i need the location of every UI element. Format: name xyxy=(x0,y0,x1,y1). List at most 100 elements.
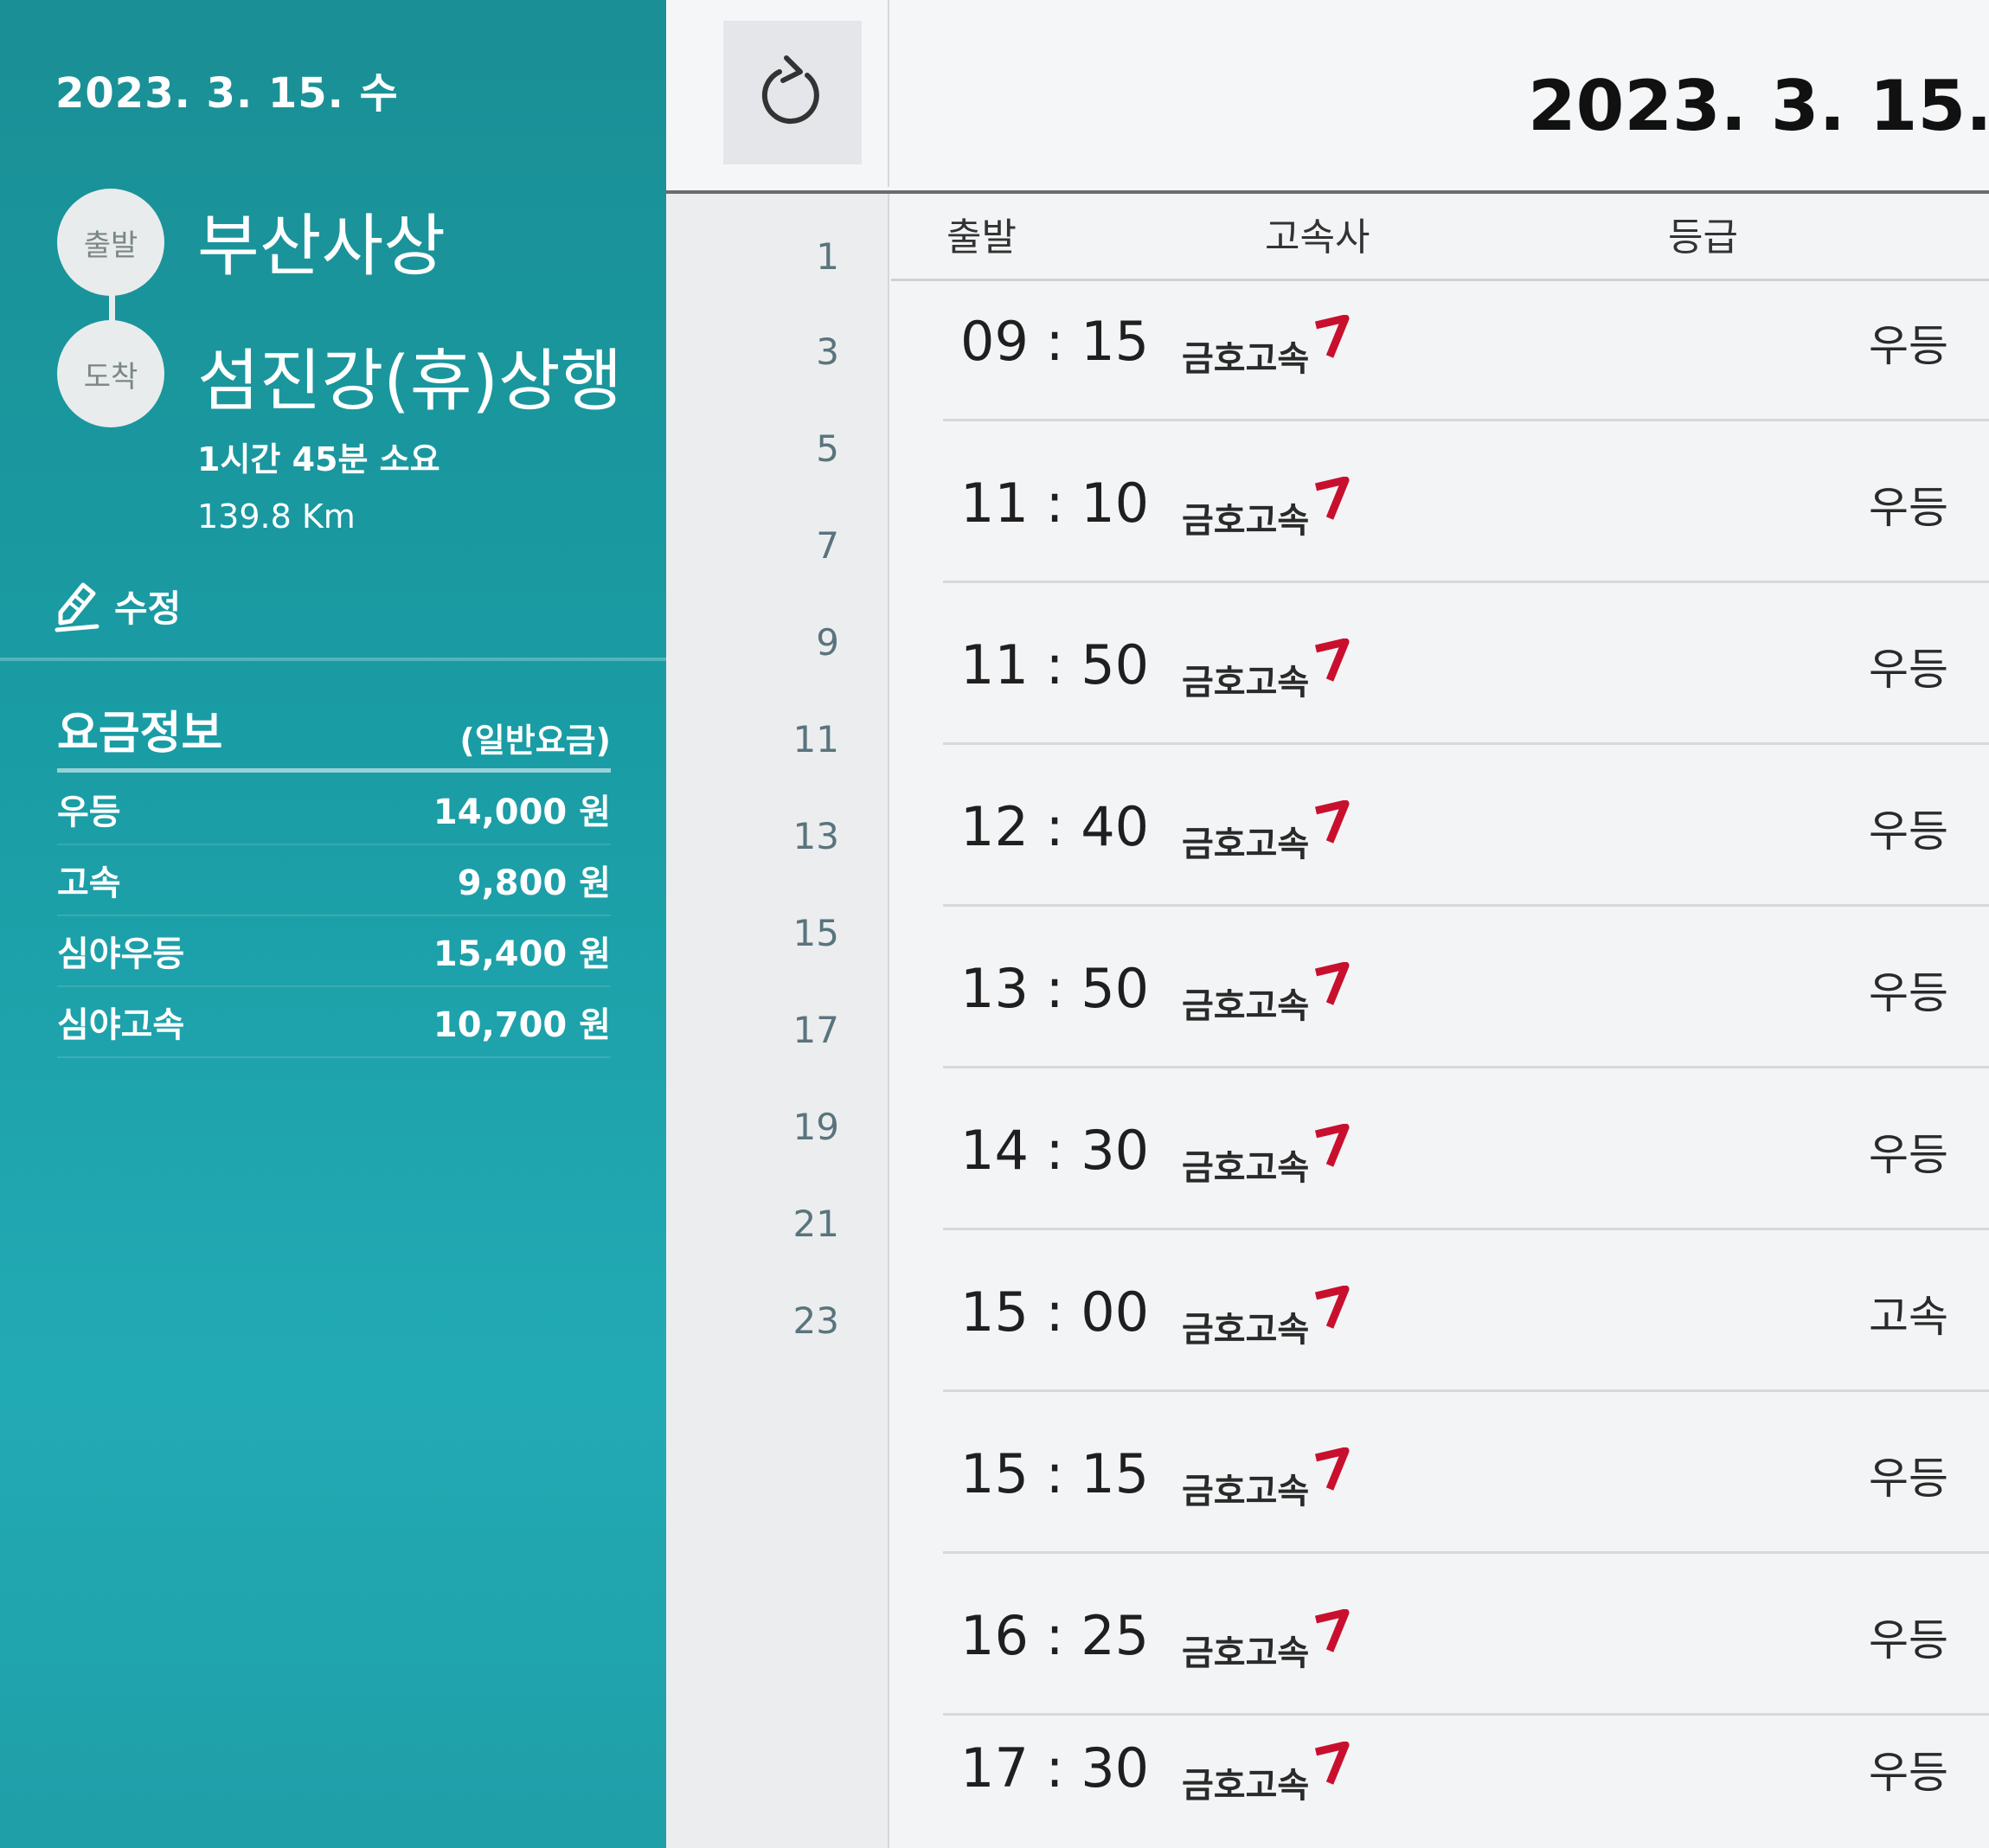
bus-company: 금호고속 xyxy=(1182,1742,1352,1807)
fare-grade: 심야우등 xyxy=(57,934,185,974)
departure-terminal: 부산사상 xyxy=(197,208,446,286)
departure-badge: 출발 xyxy=(57,189,164,296)
company-name: 금호고속 xyxy=(1182,663,1310,703)
edit-route-button[interactable]: 수정 xyxy=(54,578,181,633)
fare-row: 우등 14,000 원 xyxy=(57,774,611,845)
fare-row: 심야우등 15,400 원 xyxy=(57,916,611,987)
route-info-panel: 2023. 3. 15. 수 출발 도착 부산사상 섬진강(휴)상행 1시간 4… xyxy=(0,0,666,1848)
schedule-date: 2023. 3. 15. 수 xyxy=(1528,66,1989,146)
departure-time: 15 : 15 xyxy=(960,1442,1150,1505)
company-name: 금호고속 xyxy=(1182,1148,1310,1188)
bus-company: 금호고속 xyxy=(1182,315,1352,381)
fare-row: 심야고속 10,700 원 xyxy=(57,987,611,1058)
bus-company: 금호고속 xyxy=(1182,1286,1352,1351)
bus-company: 금호고속 xyxy=(1182,1609,1352,1675)
fare-price: 15,400 원 xyxy=(433,934,611,974)
hour-label: 3 xyxy=(816,330,839,373)
departure-time: 11 : 10 xyxy=(960,472,1150,535)
bus-grade: 우등 xyxy=(1869,1615,1948,1665)
toolbar-separator xyxy=(888,0,889,187)
arrival-badge: 도착 xyxy=(57,320,164,427)
kumho-logo-icon xyxy=(1315,800,1350,844)
company-name: 금호고속 xyxy=(1182,1310,1310,1350)
fare-grade: 심야고속 xyxy=(57,1005,185,1045)
company-name: 금호고속 xyxy=(1182,1472,1310,1511)
departure-time: 16 : 25 xyxy=(960,1604,1150,1667)
pencil-icon xyxy=(55,582,99,632)
panel-divider xyxy=(0,658,666,661)
bus-company: 금호고속 xyxy=(1182,1124,1352,1190)
hour-label: 15 xyxy=(792,912,839,954)
kumho-logo-icon xyxy=(1315,1609,1350,1652)
fare-grade: 우등 xyxy=(57,792,121,832)
company-name: 금호고속 xyxy=(1182,501,1310,541)
fare-price: 10,700 원 xyxy=(433,1005,611,1045)
column-header-grade: 등급 xyxy=(1668,215,1738,260)
hour-label: 7 xyxy=(816,524,839,567)
selected-date: 2023. 3. 15. 수 xyxy=(55,69,399,118)
column-header-company: 고속사 xyxy=(1265,215,1370,260)
fare-list: 우등 14,000 원 고속 9,800 원 심야우등 15,400 원 심야고… xyxy=(57,774,611,1058)
fare-grade: 고속 xyxy=(57,863,121,903)
schedule-row[interactable]: 17 : 30 금호고속 우등 xyxy=(891,1686,1989,1848)
bus-grade: 우등 xyxy=(1869,1453,1948,1504)
hour-label: 21 xyxy=(792,1203,839,1245)
departure-time: 11 : 50 xyxy=(960,633,1150,696)
fare-row: 고속 9,800 원 xyxy=(57,845,611,916)
schedule-row[interactable]: 12 : 40 금호고속 우등 xyxy=(891,745,1989,907)
departure-time: 17 : 30 xyxy=(960,1736,1150,1800)
hour-label: 17 xyxy=(792,1009,839,1051)
kumho-logo-icon xyxy=(1315,638,1350,682)
bus-grade: 우등 xyxy=(1869,1130,1948,1180)
bus-company: 금호고속 xyxy=(1182,638,1352,704)
refresh-icon xyxy=(761,55,819,125)
bus-grade: 우등 xyxy=(1869,968,1948,1018)
company-name: 금호고속 xyxy=(1182,1633,1310,1673)
column-header-departure: 출발 xyxy=(946,215,1017,260)
hour-gutter: 1 3 5 7 9 11 13 15 17 19 21 23 xyxy=(666,194,889,1848)
schedule-row[interactable]: 13 : 50 금호고속 우등 xyxy=(891,907,1989,1068)
arrival-terminal: 섬진강(휴)상행 xyxy=(197,343,623,420)
kumho-logo-icon xyxy=(1315,1447,1350,1491)
fare-price: 14,000 원 xyxy=(433,792,611,832)
company-name: 금호고속 xyxy=(1182,1766,1310,1806)
schedule-row[interactable]: 15 : 00 금호고속 고속 xyxy=(891,1230,1989,1392)
hour-label: 23 xyxy=(792,1299,839,1342)
schedule-row[interactable]: 11 : 50 금호고속 우등 xyxy=(891,583,1989,745)
company-name: 금호고속 xyxy=(1182,986,1310,1026)
bus-grade: 우등 xyxy=(1869,806,1948,857)
travel-duration: 1시간 45분 소요 xyxy=(197,440,440,478)
bus-company: 금호고속 xyxy=(1182,477,1352,542)
company-name: 금호고속 xyxy=(1182,339,1310,379)
fare-title: 요금정보 xyxy=(57,708,223,760)
hour-label: 13 xyxy=(792,815,839,857)
bus-company: 금호고속 xyxy=(1182,962,1352,1028)
bus-company: 금호고속 xyxy=(1182,1447,1352,1513)
fare-subtitle: (일반요금) xyxy=(459,722,611,760)
departure-time: 14 : 30 xyxy=(960,1119,1150,1182)
bus-grade: 고속 xyxy=(1869,1292,1948,1342)
kumho-logo-icon xyxy=(1315,477,1350,520)
departure-time: 13 : 50 xyxy=(960,957,1150,1020)
refresh-button[interactable] xyxy=(723,21,862,164)
bus-grade: 우등 xyxy=(1869,483,1948,533)
edit-label: 수정 xyxy=(114,587,182,630)
fare-divider xyxy=(57,768,611,773)
company-name: 금호고속 xyxy=(1182,825,1310,864)
hour-label: 1 xyxy=(816,235,839,278)
kumho-logo-icon xyxy=(1315,962,1350,1005)
bus-grade: 우등 xyxy=(1869,645,1948,695)
schedule-row[interactable]: 15 : 15 금호고속 우등 xyxy=(891,1392,1989,1554)
hour-label: 11 xyxy=(792,718,839,760)
schedule-row[interactable]: 11 : 10 금호고속 우등 xyxy=(891,421,1989,583)
kumho-logo-icon xyxy=(1315,1124,1350,1167)
departure-time: 09 : 15 xyxy=(960,310,1150,373)
bus-company: 금호고속 xyxy=(1182,800,1352,866)
kumho-logo-icon xyxy=(1315,1286,1350,1329)
schedule-row[interactable]: 09 : 15 금호고속 우등 xyxy=(891,260,1989,421)
bus-grade: 우등 xyxy=(1869,321,1948,371)
travel-distance: 139.8 Km xyxy=(197,497,356,536)
schedule-row[interactable]: 14 : 30 금호고속 우등 xyxy=(891,1068,1989,1230)
fare-header: 요금정보 (일반요금) xyxy=(57,696,611,761)
departure-time: 15 : 00 xyxy=(960,1280,1150,1344)
